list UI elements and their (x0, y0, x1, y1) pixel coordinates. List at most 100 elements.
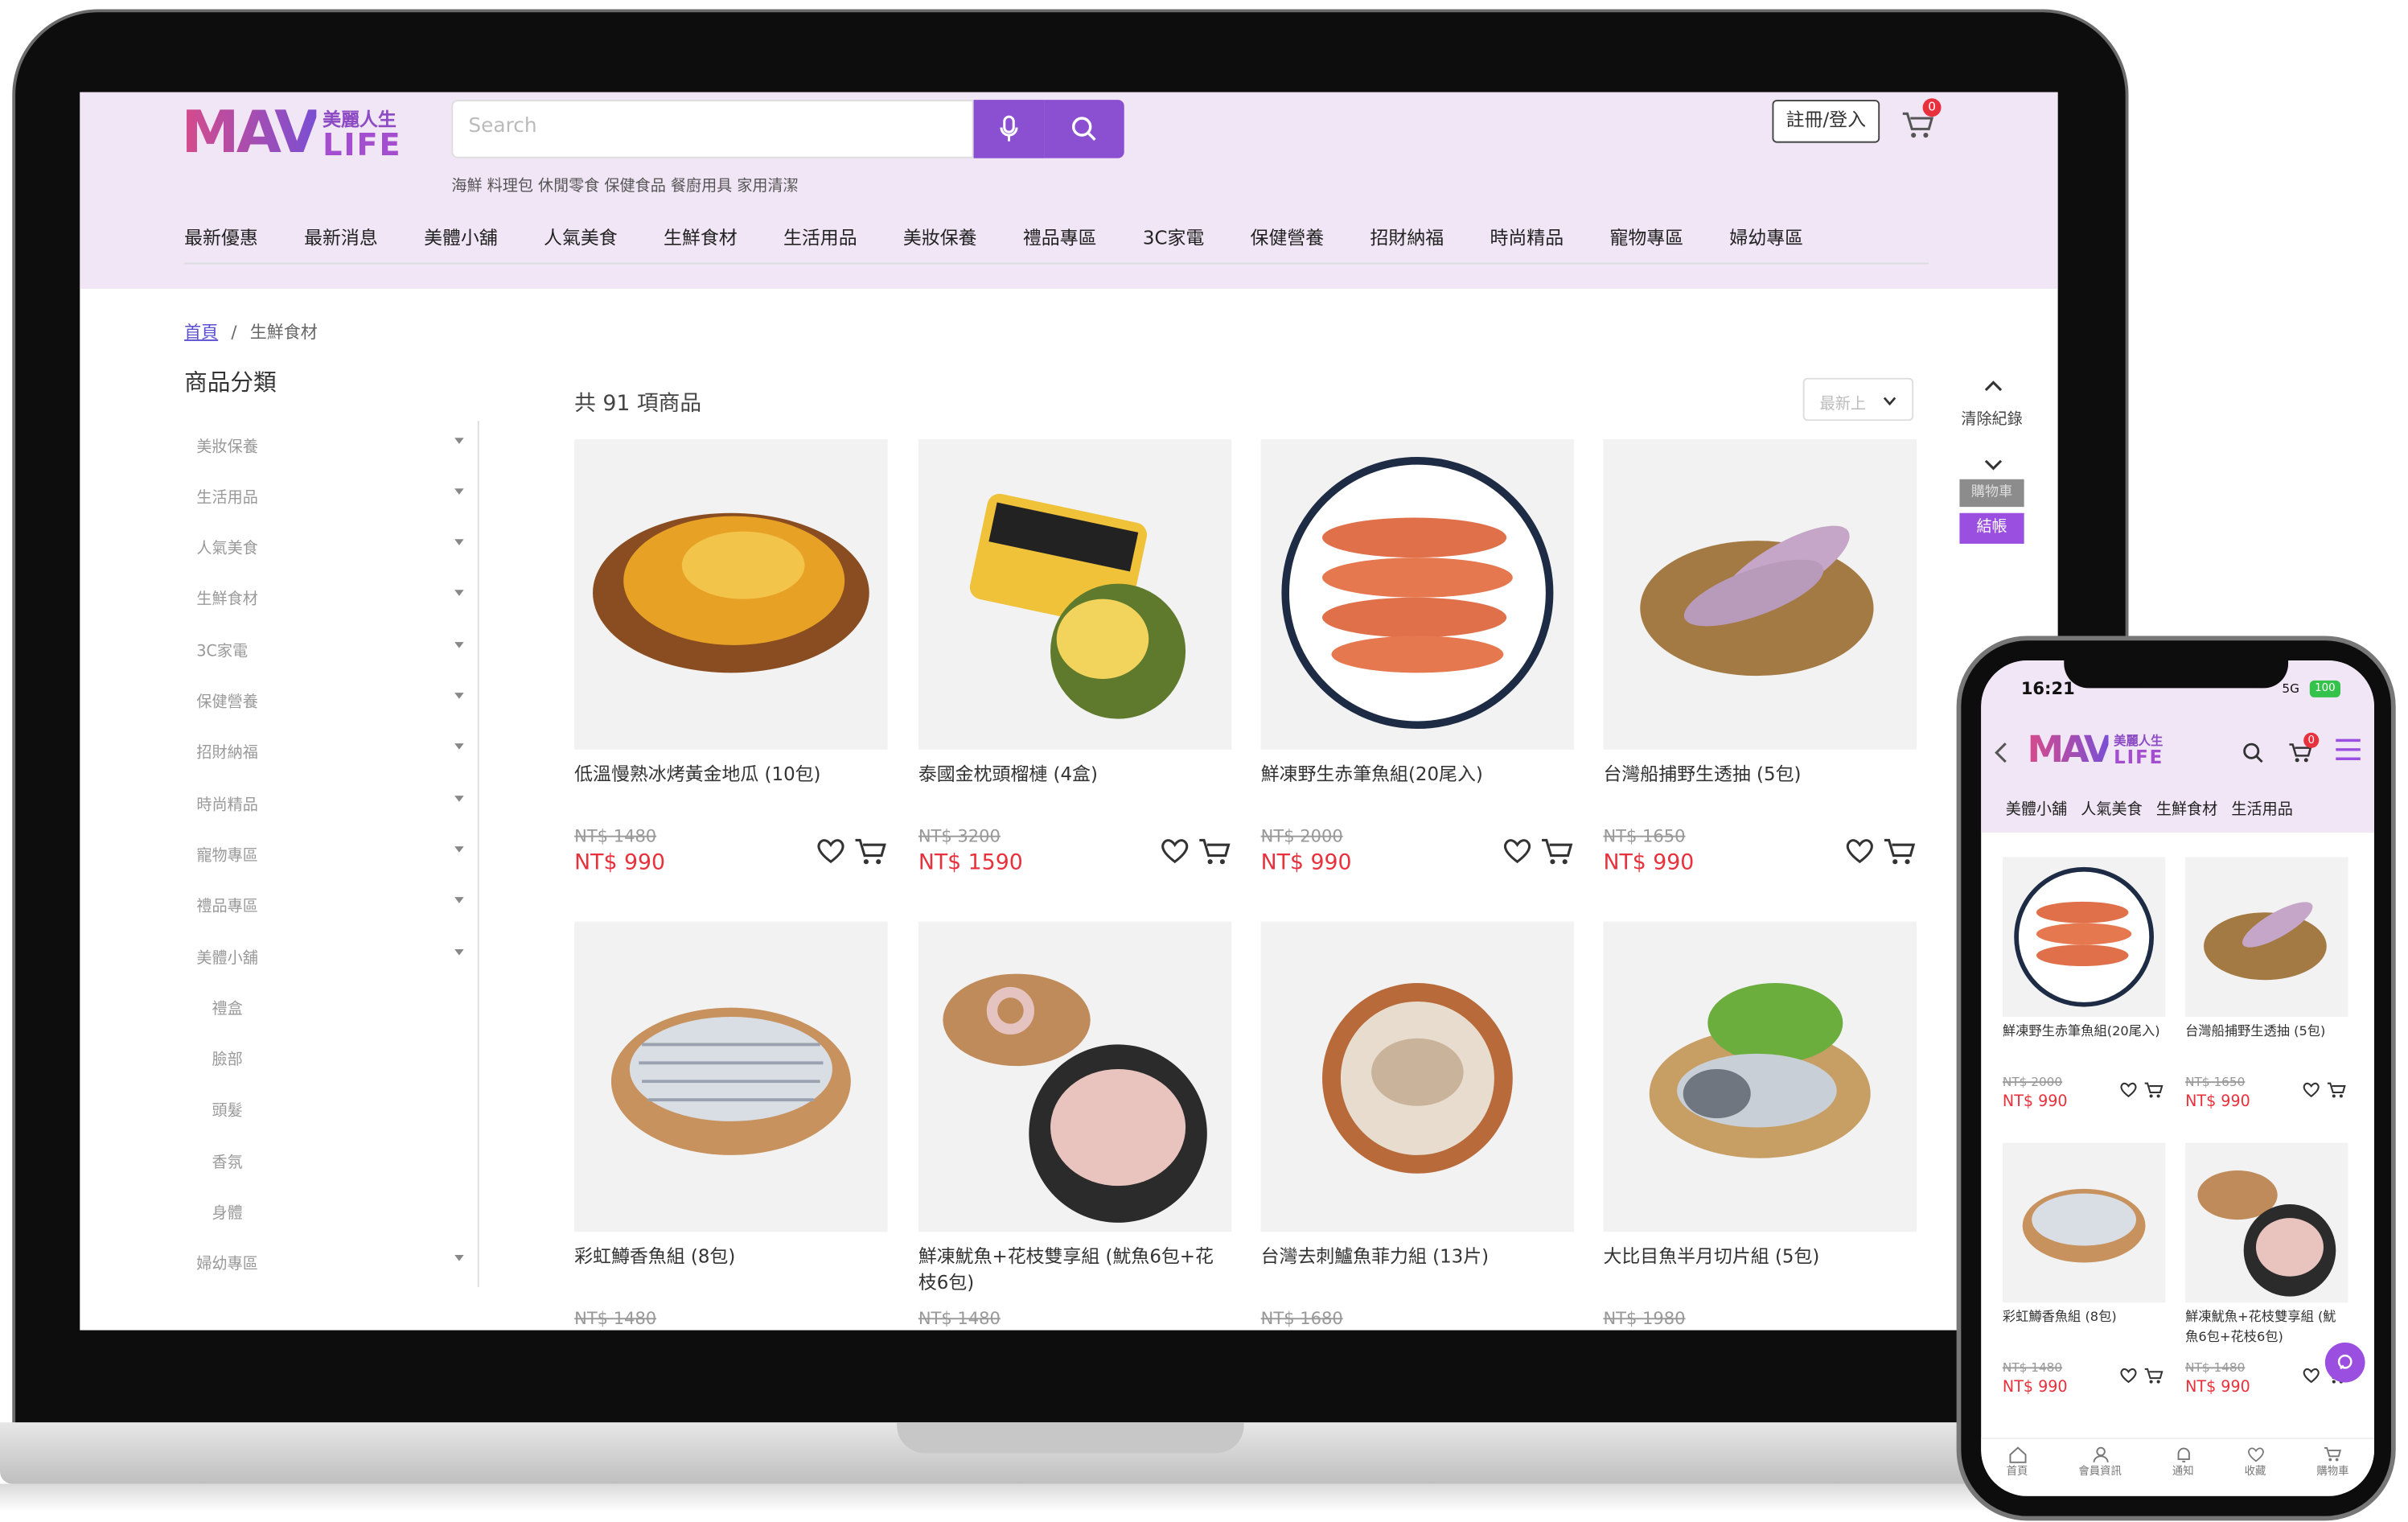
nav-item[interactable]: 美妝保養 (903, 224, 977, 263)
bottom-nav-cart[interactable]: 購物車 (2316, 1446, 2348, 1496)
add-to-cart-icon[interactable] (854, 837, 888, 868)
sidebar-subitem[interactable]: 身體 (212, 1199, 243, 1223)
sidebar-item[interactable]: 生活用品 (196, 483, 466, 507)
scroll-down-button[interactable] (1984, 449, 2003, 478)
product-image[interactable] (1260, 439, 1575, 750)
back-button[interactable] (1993, 740, 2008, 769)
product-name[interactable]: 台灣去刺鱸魚菲力組 (13片) (1261, 1244, 1575, 1270)
nav-item[interactable]: 婦幼專區 (1729, 224, 1803, 263)
product-image[interactable] (1603, 439, 1917, 750)
phone-tab[interactable]: 生活用品 (2231, 796, 2292, 819)
breadcrumb-home[interactable]: 首頁 (184, 323, 218, 343)
heart-icon[interactable] (1502, 837, 1532, 865)
phone-cart-button[interactable]: 0 (2288, 732, 2320, 765)
product-name[interactable]: 大比目魚半月切片組 (5包) (1603, 1244, 1917, 1270)
add-to-cart-icon[interactable] (2144, 1081, 2164, 1100)
sidebar-item[interactable]: 寵物專區 (196, 841, 466, 865)
sidebar-item[interactable]: 招財納福 (196, 738, 466, 762)
product-name[interactable]: 鮮凍野生赤筆魚組(20尾入) (2003, 1023, 2165, 1043)
site-logo[interactable]: MAV 美麗人生 LIFE (181, 98, 401, 166)
hot-search-words[interactable]: 海鮮 料理包 休閒零食 保健食品 餐廚用具 家用清潔 (451, 172, 798, 195)
sidebar-subitem[interactable]: 香氛 (212, 1149, 243, 1172)
add-to-cart-icon[interactable] (2144, 1367, 2164, 1385)
product-image[interactable] (2002, 1142, 2166, 1303)
nav-item[interactable]: 生活用品 (783, 224, 857, 263)
product-card[interactable]: 鮮凍魷魚+花枝雙享組 (魷魚6包+花枝6包) NT$ 1480 (918, 921, 1232, 1329)
nav-item[interactable]: 招財納福 (1370, 224, 1444, 263)
phone-product-card[interactable]: 鮮凍魷魚+花枝雙享組 (魷魚6包+花枝6包) NT$ 1480 NT$ 990 (2185, 1142, 2348, 1397)
bottom-nav-home[interactable]: 首頁 (2007, 1446, 2028, 1496)
product-card[interactable]: 彩虹鱒香魚組 (8包) NT$ 1480 (574, 921, 888, 1329)
product-image[interactable] (2185, 1142, 2348, 1303)
phone-tab[interactable]: 生鮮食材 (2156, 796, 2217, 819)
product-card[interactable]: 台灣船捕野生透抽 (5包) NT$ 1650 NT$ 990 (1603, 439, 1917, 875)
nav-item[interactable]: 時尚精品 (1490, 224, 1564, 263)
product-card[interactable]: 泰國金枕頭榴槤 (4盒) NT$ 3200 NT$ 1590 (918, 439, 1232, 875)
heart-icon[interactable] (2302, 1367, 2320, 1384)
sidebar-subitem[interactable]: 頭髮 (212, 1096, 243, 1120)
product-image[interactable] (2002, 857, 2166, 1018)
add-to-cart-icon[interactable] (2327, 1081, 2347, 1100)
sort-select[interactable]: 最新上 (1802, 377, 1914, 422)
product-name[interactable]: 泰國金枕頭榴槤 (4盒) (918, 762, 1232, 788)
phone-product-card[interactable]: 鮮凍野生赤筆魚組(20尾入) NT$ 2000 NT$ 990 (2002, 857, 2166, 1111)
product-name[interactable]: 鮮凍魷魚+花枝雙享組 (魷魚6包+花枝6包) (2185, 1309, 2348, 1349)
sidebar-item[interactable]: 保健營養 (196, 688, 466, 711)
product-name[interactable]: 彩虹鱒香魚組 (8包) (574, 1244, 888, 1270)
phone-product-card[interactable]: 台灣船捕野生透抽 (5包) NT$ 1650 NT$ 990 (2185, 857, 2348, 1111)
sidebar-subitem[interactable]: 臉部 (212, 1046, 243, 1069)
phone-tab[interactable]: 美體小舖 (2006, 796, 2067, 819)
nav-item[interactable]: 最新優惠 (184, 224, 258, 263)
phone-search-button[interactable] (2242, 740, 2264, 769)
nav-item[interactable]: 保健營養 (1251, 224, 1325, 263)
nav-item[interactable]: 生鮮食材 (664, 224, 738, 263)
heart-icon[interactable] (2119, 1081, 2138, 1098)
product-card[interactable]: 台灣去刺鱸魚菲力組 (13片) NT$ 1680 (1260, 921, 1575, 1329)
login-button[interactable]: 註冊/登入 (1772, 100, 1880, 143)
scroll-up-button[interactable] (1984, 368, 2003, 397)
product-card[interactable]: 鮮凍野生赤筆魚組(20尾入) NT$ 2000 NT$ 990 (1260, 439, 1575, 875)
chat-button[interactable] (2324, 1342, 2365, 1383)
nav-item[interactable]: 美體小舖 (424, 224, 498, 263)
nav-item[interactable]: 人氣美食 (544, 224, 618, 263)
sidebar-item[interactable]: 人氣美食 (196, 534, 466, 557)
bottom-nav-notify[interactable]: 通知 (2172, 1446, 2194, 1496)
product-image[interactable] (1603, 921, 1917, 1232)
product-image[interactable] (574, 921, 888, 1232)
header-cart-button[interactable]: 0 (1901, 98, 1944, 145)
add-to-cart-icon[interactable] (1540, 837, 1574, 868)
product-image[interactable] (918, 439, 1232, 750)
heart-icon[interactable] (2119, 1367, 2138, 1384)
heart-icon[interactable] (2302, 1081, 2320, 1098)
mic-button[interactable] (973, 100, 1045, 158)
product-image[interactable] (918, 921, 1232, 1232)
sidebar-item[interactable]: 3C家電 (196, 637, 466, 660)
sidebar-item[interactable]: 美妝保養 (196, 433, 466, 456)
sidebar-subitem[interactable]: 禮盒 (212, 995, 243, 1018)
product-image[interactable] (574, 439, 888, 750)
add-to-cart-icon[interactable] (1883, 837, 1917, 868)
bottom-nav-favorites[interactable]: 收藏 (2245, 1446, 2266, 1496)
search-button[interactable] (1044, 100, 1124, 158)
sidebar-item[interactable]: 禮品專區 (196, 892, 466, 915)
product-name[interactable]: 台灣船捕野生透抽 (5包) (2185, 1023, 2348, 1043)
nav-item[interactable]: 寵物專區 (1609, 224, 1683, 263)
menu-button[interactable] (2334, 738, 2361, 768)
sidebar-item[interactable]: 婦幼專區 (196, 1250, 466, 1273)
sidebar-item[interactable]: 美體小舖 (196, 944, 466, 968)
heart-icon[interactable] (1844, 837, 1875, 865)
phone-tab[interactable]: 人氣美食 (2081, 796, 2142, 819)
heart-icon[interactable] (816, 837, 846, 865)
clear-history-button[interactable]: 清除紀錄 (1961, 405, 2022, 429)
phone-logo[interactable]: MAV 美麗人生 LIFE (2027, 728, 2164, 771)
product-name[interactable]: 鮮凍魷魚+花枝雙享組 (魷魚6包+花枝6包) (918, 1244, 1232, 1297)
product-name[interactable]: 鮮凍野生赤筆魚組(20尾入) (1261, 762, 1575, 788)
nav-item[interactable]: 禮品專區 (1023, 224, 1097, 263)
nav-item[interactable]: 3C家電 (1143, 224, 1204, 263)
float-checkout-button[interactable]: 結帳 (1959, 512, 2024, 544)
product-image[interactable] (1260, 921, 1575, 1232)
heart-icon[interactable] (1160, 837, 1190, 865)
product-card[interactable]: 大比目魚半月切片組 (5包) NT$ 1980 (1603, 921, 1917, 1329)
bottom-nav-member[interactable]: 會員資訊 (2078, 1446, 2122, 1496)
phone-product-card[interactable]: 彩虹鱒香魚組 (8包) NT$ 1480 NT$ 990 (2002, 1142, 2166, 1397)
